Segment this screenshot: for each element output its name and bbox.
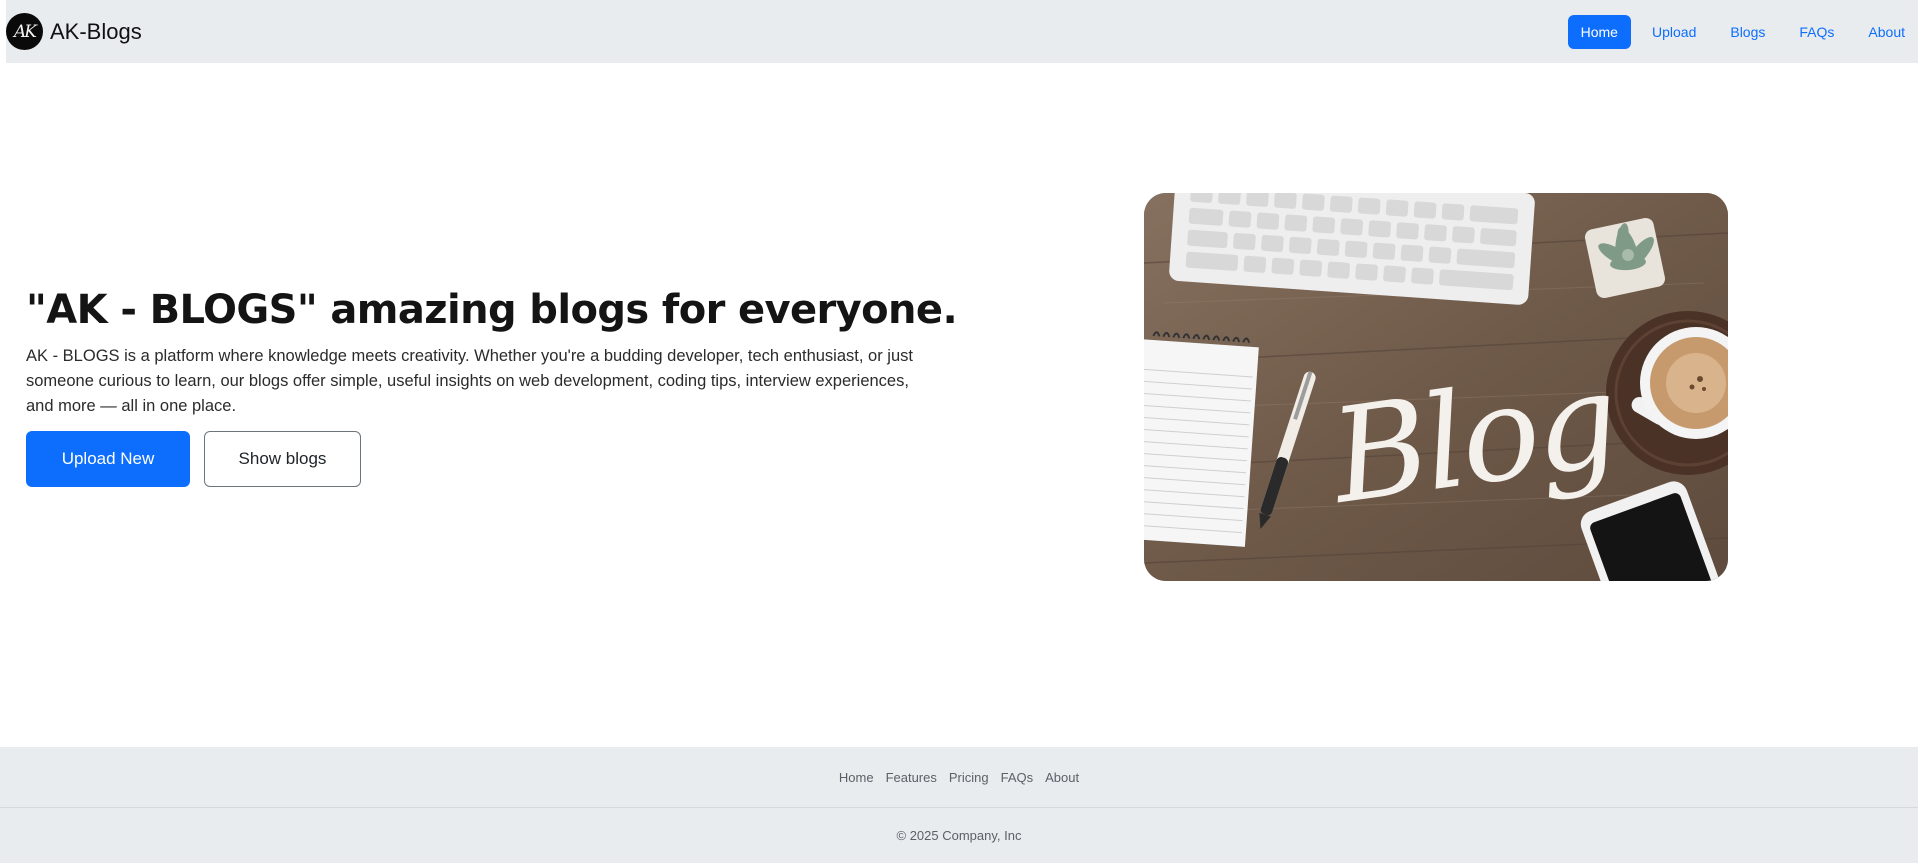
notepad-graphic <box>1144 331 1259 547</box>
nav-link-faqs[interactable]: FAQs <box>1786 15 1847 49</box>
footer-links: Home Features Pricing FAQs About <box>0 747 1918 808</box>
nav-link-home[interactable]: Home <box>1567 14 1631 49</box>
plant-graphic <box>1584 217 1666 299</box>
brand-name: AK-Blogs <box>50 18 142 44</box>
upload-new-button[interactable]: Upload New <box>26 431 190 487</box>
brand-logo: AK <box>6 13 43 50</box>
navbar: AK AK-Blogs Home Upload Blogs FAQs About <box>6 0 1918 63</box>
footer-link-about[interactable]: About <box>1039 770 1085 785</box>
hero-section: "AK - BLOGS" amazing blogs for everyone.… <box>26 282 958 487</box>
nav-links: Home Upload Blogs FAQs About <box>1560 14 1918 49</box>
brand-link[interactable]: AK AK-Blogs <box>6 13 142 50</box>
footer-link-faqs[interactable]: FAQs <box>995 770 1040 785</box>
hero-description: AK - BLOGS is a platform where knowledge… <box>26 347 913 415</box>
copyright-text: © 2025 Company, Inc <box>896 827 1022 843</box>
hero-image: Blog <box>1144 193 1728 581</box>
hero-title: "AK - BLOGS" amazing blogs for everyone. <box>26 287 958 333</box>
hero-buttons: Upload New Show blogs <box>26 431 926 487</box>
footer-link-pricing[interactable]: Pricing <box>943 770 995 785</box>
nav-link-about[interactable]: About <box>1855 15 1918 49</box>
nav-link-blogs[interactable]: Blogs <box>1717 15 1778 49</box>
footer-link-features[interactable]: Features <box>880 770 943 785</box>
footer-link-home[interactable]: Home <box>833 770 880 785</box>
footer: Home Features Pricing FAQs About © 2025 … <box>0 747 1918 863</box>
nav-link-upload[interactable]: Upload <box>1639 15 1709 49</box>
show-blogs-button[interactable]: Show blogs <box>204 431 361 487</box>
